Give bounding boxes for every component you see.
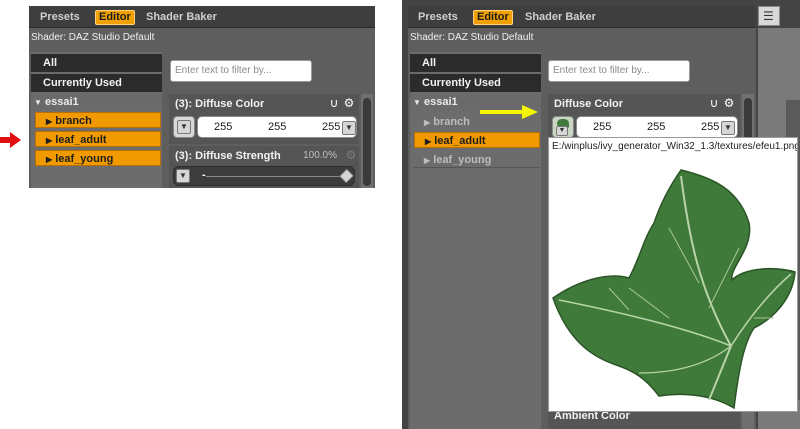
left-tab-editor[interactable]: Editor bbox=[95, 10, 135, 25]
chevron-down-icon[interactable]: ▼ bbox=[556, 126, 568, 136]
left-diffuse-strength-value: 100.0% bbox=[303, 150, 337, 161]
right-list-item-leaf-young[interactable]: ▶ leaf_young bbox=[414, 152, 540, 168]
chevron-down-icon[interactable]: ▼ bbox=[176, 169, 190, 183]
color-g-value: 255 bbox=[647, 121, 666, 133]
color-g-value: 255 bbox=[268, 121, 287, 133]
right-tab-editor[interactable]: Editor bbox=[473, 10, 513, 25]
left-scrollbar-thumb[interactable] bbox=[363, 98, 371, 186]
list-item-label: leaf_adult bbox=[55, 134, 107, 146]
ivy-leaf-image bbox=[552, 169, 796, 410]
left-list-currently-used[interactable]: Currently Used bbox=[31, 74, 162, 92]
right-tab-shader-baker[interactable]: Shader Baker bbox=[525, 10, 596, 25]
left-prop-diffuse-strength: (3): Diffuse Strength 100.0% ⚙ ▼ - bbox=[169, 146, 359, 188]
color-b-value: 255 bbox=[322, 121, 341, 133]
right-list-all[interactable]: All bbox=[410, 54, 541, 72]
collapsed-triangle-icon: ▶ bbox=[425, 137, 432, 146]
chevron-down-icon[interactable]: ▼ bbox=[177, 120, 191, 134]
red-arrow-icon bbox=[0, 132, 21, 148]
left-diffuse-strength-slider[interactable]: ▼ - bbox=[173, 166, 355, 186]
gear-icon[interactable]: ⚙ bbox=[345, 149, 357, 161]
list-item-label: branch bbox=[55, 115, 92, 127]
left-list-group[interactable]: ▼ essai1 bbox=[31, 94, 162, 110]
right-tab-bar: Presets Editor Shader Baker bbox=[408, 6, 756, 28]
gear-icon[interactable]: ⚙ bbox=[343, 97, 355, 109]
right-texture-swatch[interactable]: ▼ bbox=[552, 116, 574, 138]
lock-icon[interactable]: ∪ bbox=[328, 97, 340, 109]
left-list-item-leaf-adult[interactable]: ▶ leaf_adult bbox=[35, 131, 161, 147]
chevron-down-icon[interactable]: ▼ bbox=[721, 121, 735, 135]
chevron-down-icon[interactable]: ▼ bbox=[342, 121, 356, 135]
left-diffuse-strength-label: (3): Diffuse Strength bbox=[175, 150, 281, 162]
left-list-item-leaf-young[interactable]: ▶ leaf_young bbox=[35, 150, 161, 166]
right-tab-presets[interactable]: Presets bbox=[418, 10, 458, 25]
left-tab-shader-baker[interactable]: Shader Baker bbox=[146, 10, 217, 25]
color-r-value: 255 bbox=[214, 121, 233, 133]
right-diffuse-color-label: Diffuse Color bbox=[554, 98, 624, 110]
texture-file-path: E:/winplus/ivy_generator_Win32_1.3/textu… bbox=[552, 141, 798, 152]
gear-icon[interactable]: ⚙ bbox=[723, 97, 735, 109]
slider-handle-icon[interactable] bbox=[339, 168, 354, 184]
list-item-label: leaf_adult bbox=[434, 135, 486, 147]
color-r-value: 255 bbox=[593, 121, 612, 133]
list-item-label: leaf_young bbox=[433, 154, 492, 166]
left-diffuse-color-field[interactable]: 255 255 255 ▼ bbox=[197, 116, 357, 138]
color-b-value: 255 bbox=[701, 121, 720, 133]
expand-triangle-icon: ▼ bbox=[413, 98, 421, 107]
lock-icon[interactable]: ∪ bbox=[708, 97, 720, 109]
left-list-all[interactable]: All bbox=[31, 54, 162, 72]
collapsed-triangle-icon: ▶ bbox=[424, 156, 431, 165]
left-tab-presets[interactable]: Presets bbox=[40, 10, 80, 25]
right-list-item-leaf-adult[interactable]: ▶ leaf_adult bbox=[414, 132, 540, 148]
texture-preview-tooltip: E:/winplus/ivy_generator_Win32_1.3/textu… bbox=[548, 137, 798, 412]
left-filter-input[interactable]: Enter text to filter by... bbox=[170, 60, 312, 82]
left-diffuse-color-label: (3): Diffuse Color bbox=[175, 98, 265, 110]
slider-value: - bbox=[202, 169, 206, 181]
left-list-item-branch[interactable]: ▶ branch bbox=[35, 112, 161, 128]
left-texture-swatch[interactable]: ▼ bbox=[173, 116, 195, 138]
left-prop-diffuse-color: (3): Diffuse Color ∪ ⚙ ▼ 255 255 255 ▼ bbox=[169, 94, 359, 144]
yellow-arrow-icon bbox=[480, 105, 538, 119]
left-scrollbar[interactable] bbox=[361, 94, 373, 188]
right-filter-input[interactable]: Enter text to filter by... bbox=[548, 60, 690, 82]
list-item-label: branch bbox=[433, 116, 470, 128]
left-tab-bar: Presets Editor Shader Baker bbox=[29, 6, 375, 28]
right-diffuse-color-field[interactable]: 255 255 255 ▼ bbox=[576, 116, 738, 138]
menu-lines-icon: ☰ bbox=[763, 9, 774, 23]
collapsed-triangle-icon: ▶ bbox=[46, 117, 53, 126]
right-group-label: essai1 bbox=[423, 96, 458, 108]
right-shader-label: Shader: DAZ Studio Default bbox=[410, 32, 534, 43]
right-prop-diffuse-color: Diffuse Color ∪ ⚙ ▼ 255 255 255 ▼ bbox=[548, 94, 740, 142]
collapsed-triangle-icon: ▶ bbox=[424, 118, 431, 127]
left-material-list: All Currently Used ▼ essai1 ▶ branch ▶ l… bbox=[31, 52, 162, 188]
list-item-label: leaf_young bbox=[55, 153, 114, 165]
right-list-currently-used[interactable]: Currently Used bbox=[410, 74, 541, 92]
left-surfaces-panel: Presets Editor Shader Baker Shader: DAZ … bbox=[29, 6, 375, 188]
left-group-label: essai1 bbox=[44, 96, 79, 108]
slider-track bbox=[206, 176, 342, 177]
collapsed-triangle-icon: ▶ bbox=[46, 155, 53, 164]
panel-menu-button[interactable]: ☰ bbox=[758, 6, 780, 26]
expand-triangle-icon: ▼ bbox=[34, 98, 42, 107]
collapsed-triangle-icon: ▶ bbox=[46, 136, 53, 145]
left-shader-label: Shader: DAZ Studio Default bbox=[31, 32, 155, 43]
